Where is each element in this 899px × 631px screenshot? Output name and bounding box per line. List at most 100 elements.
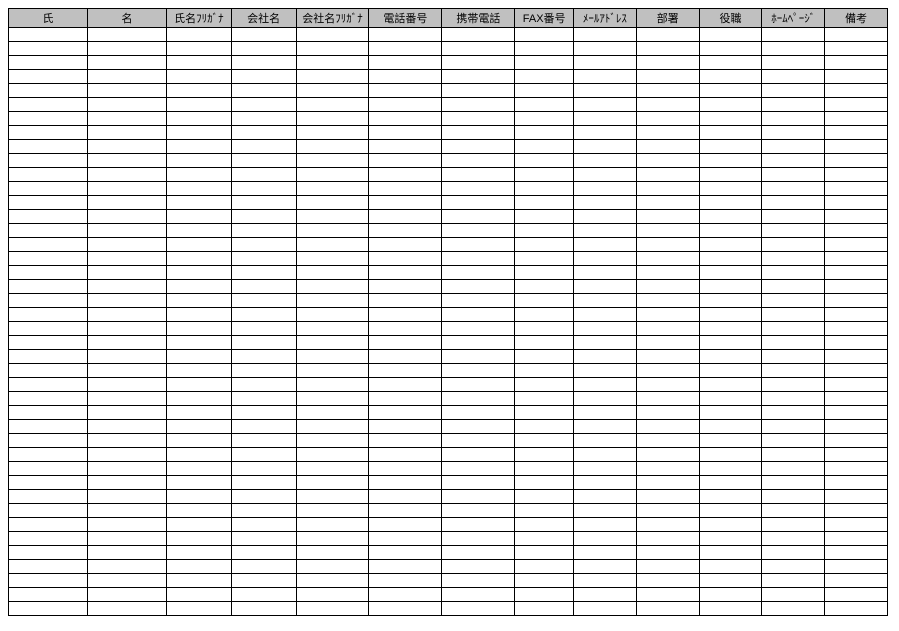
table-cell[interactable] — [442, 434, 515, 448]
table-cell[interactable] — [515, 364, 574, 378]
table-cell[interactable] — [762, 42, 825, 56]
table-cell[interactable] — [231, 420, 296, 434]
table-cell[interactable] — [515, 392, 574, 406]
table-cell[interactable] — [87, 154, 166, 168]
table-cell[interactable] — [636, 98, 699, 112]
table-cell[interactable] — [296, 476, 369, 490]
table-cell[interactable] — [87, 546, 166, 560]
table-cell[interactable] — [825, 280, 888, 294]
table-cell[interactable] — [9, 364, 88, 378]
table-cell[interactable] — [296, 280, 369, 294]
table-cell[interactable] — [9, 84, 88, 98]
table-cell[interactable] — [515, 322, 574, 336]
table-cell[interactable] — [296, 434, 369, 448]
table-cell[interactable] — [442, 294, 515, 308]
table-cell[interactable] — [296, 364, 369, 378]
table-cell[interactable] — [574, 504, 637, 518]
table-cell[interactable] — [515, 504, 574, 518]
table-cell[interactable] — [636, 126, 699, 140]
table-cell[interactable] — [574, 28, 637, 42]
table-cell[interactable] — [296, 28, 369, 42]
table-cell[interactable] — [515, 280, 574, 294]
table-cell[interactable] — [699, 476, 762, 490]
table-cell[interactable] — [369, 350, 442, 364]
table-cell[interactable] — [166, 56, 231, 70]
table-cell[interactable] — [296, 154, 369, 168]
table-cell[interactable] — [87, 126, 166, 140]
table-cell[interactable] — [296, 574, 369, 588]
table-cell[interactable] — [762, 364, 825, 378]
table-cell[interactable] — [574, 112, 637, 126]
table-cell[interactable] — [296, 518, 369, 532]
table-cell[interactable] — [166, 154, 231, 168]
table-cell[interactable] — [166, 532, 231, 546]
table-cell[interactable] — [515, 532, 574, 546]
table-cell[interactable] — [762, 280, 825, 294]
table-cell[interactable] — [87, 448, 166, 462]
table-cell[interactable] — [9, 378, 88, 392]
table-cell[interactable] — [636, 574, 699, 588]
table-cell[interactable] — [369, 546, 442, 560]
table-cell[interactable] — [231, 560, 296, 574]
table-cell[interactable] — [442, 322, 515, 336]
table-cell[interactable] — [515, 182, 574, 196]
table-cell[interactable] — [296, 350, 369, 364]
table-cell[interactable] — [231, 140, 296, 154]
table-cell[interactable] — [762, 392, 825, 406]
table-cell[interactable] — [636, 448, 699, 462]
table-cell[interactable] — [442, 56, 515, 70]
table-cell[interactable] — [166, 434, 231, 448]
table-cell[interactable] — [636, 322, 699, 336]
table-cell[interactable] — [296, 490, 369, 504]
table-cell[interactable] — [166, 350, 231, 364]
table-cell[interactable] — [369, 224, 442, 238]
table-cell[interactable] — [442, 476, 515, 490]
table-cell[interactable] — [515, 252, 574, 266]
table-cell[interactable] — [699, 322, 762, 336]
table-cell[interactable] — [574, 462, 637, 476]
table-cell[interactable] — [515, 126, 574, 140]
table-cell[interactable] — [166, 336, 231, 350]
table-cell[interactable] — [231, 266, 296, 280]
table-cell[interactable] — [166, 546, 231, 560]
table-cell[interactable] — [574, 182, 637, 196]
table-cell[interactable] — [442, 42, 515, 56]
table-cell[interactable] — [825, 294, 888, 308]
table-cell[interactable] — [231, 252, 296, 266]
table-cell[interactable] — [574, 224, 637, 238]
table-cell[interactable] — [515, 546, 574, 560]
table-cell[interactable] — [699, 518, 762, 532]
table-cell[interactable] — [574, 56, 637, 70]
table-cell[interactable] — [574, 392, 637, 406]
table-cell[interactable] — [762, 560, 825, 574]
table-cell[interactable] — [636, 434, 699, 448]
table-cell[interactable] — [166, 392, 231, 406]
table-cell[interactable] — [825, 392, 888, 406]
table-cell[interactable] — [636, 364, 699, 378]
table-cell[interactable] — [9, 322, 88, 336]
table-cell[interactable] — [825, 70, 888, 84]
table-cell[interactable] — [574, 490, 637, 504]
table-cell[interactable] — [636, 378, 699, 392]
table-cell[interactable] — [574, 294, 637, 308]
table-cell[interactable] — [699, 56, 762, 70]
table-cell[interactable] — [369, 336, 442, 350]
table-cell[interactable] — [574, 98, 637, 112]
table-cell[interactable] — [636, 238, 699, 252]
table-cell[interactable] — [636, 112, 699, 126]
table-cell[interactable] — [9, 224, 88, 238]
table-cell[interactable] — [636, 294, 699, 308]
table-cell[interactable] — [87, 490, 166, 504]
table-cell[interactable] — [515, 588, 574, 602]
table-cell[interactable] — [369, 98, 442, 112]
table-cell[interactable] — [574, 308, 637, 322]
table-cell[interactable] — [87, 322, 166, 336]
table-cell[interactable] — [574, 70, 637, 84]
table-cell[interactable] — [825, 84, 888, 98]
table-cell[interactable] — [825, 420, 888, 434]
table-cell[interactable] — [369, 420, 442, 434]
table-cell[interactable] — [296, 210, 369, 224]
table-cell[interactable] — [762, 602, 825, 616]
table-cell[interactable] — [762, 210, 825, 224]
table-cell[interactable] — [369, 532, 442, 546]
